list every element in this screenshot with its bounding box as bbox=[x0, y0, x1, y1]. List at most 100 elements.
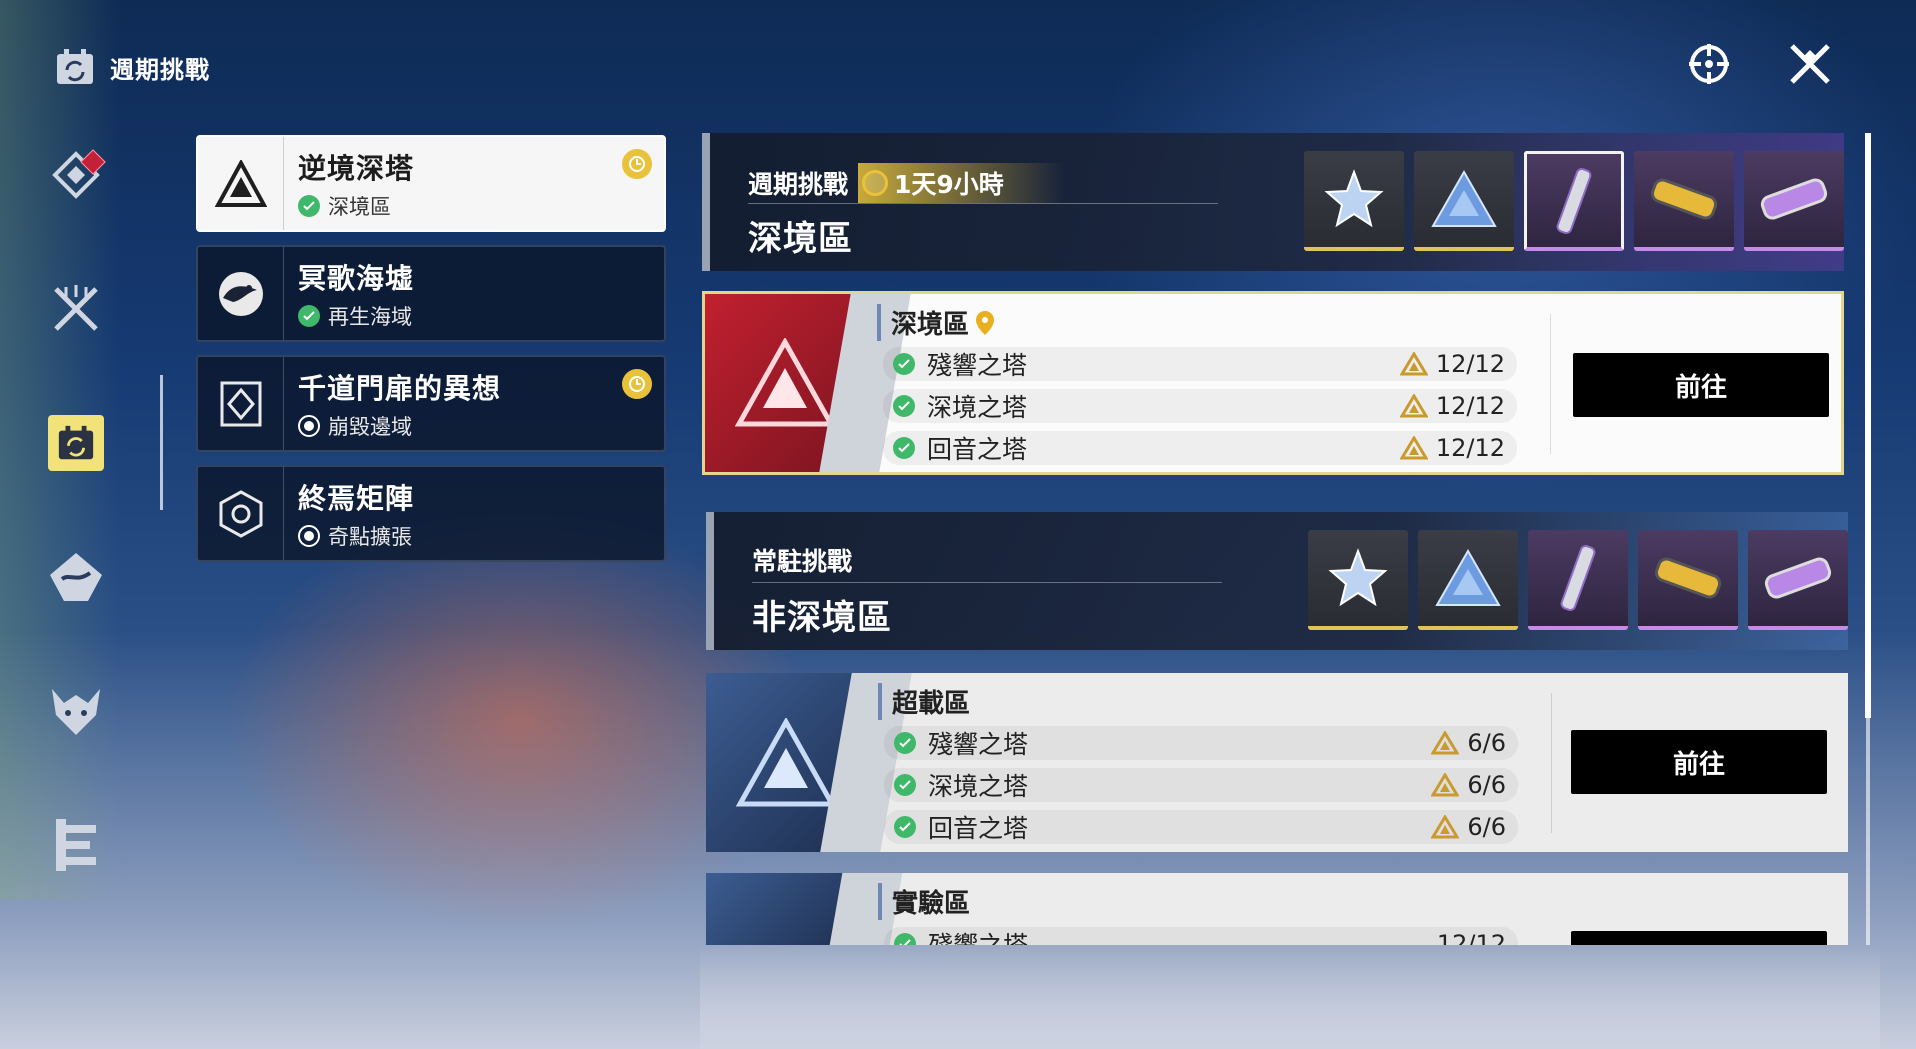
tower-name: 深境之塔 bbox=[928, 772, 1029, 801]
divider bbox=[1551, 693, 1552, 833]
triangle-crest-icon bbox=[1399, 352, 1428, 376]
calendar-refresh-icon bbox=[58, 425, 94, 460]
tower-progress: 12/12 bbox=[1435, 392, 1505, 420]
overload-area-card[interactable]: 超載區 殘響之塔 6/6 深境之塔 6/6 回音之塔 6/6 前往 bbox=[706, 673, 1848, 852]
tower-progress: 12/12 bbox=[1435, 350, 1505, 378]
card-art bbox=[705, 294, 911, 472]
category-subtitle: 奇點擴張 bbox=[328, 524, 412, 549]
card-art bbox=[706, 673, 912, 852]
card-art bbox=[706, 873, 903, 945]
rail-item-combat[interactable] bbox=[40, 273, 112, 345]
reward-star-crystal[interactable] bbox=[1308, 530, 1408, 630]
check-icon bbox=[894, 933, 916, 945]
rail-item-boss[interactable] bbox=[40, 675, 112, 747]
sea-creature-icon bbox=[218, 271, 263, 316]
category-subtitle: 深境區 bbox=[328, 194, 391, 219]
rail-item-wave[interactable] bbox=[40, 541, 112, 613]
divider bbox=[1550, 314, 1551, 454]
standing-banner: 常駐挑戰 非深境區 bbox=[706, 512, 1848, 650]
tower-row: 殘響之塔 12/12 bbox=[884, 927, 1518, 945]
page-header: 週期挑戰 bbox=[54, 46, 210, 88]
go-button[interactable]: 前往 bbox=[1571, 730, 1827, 794]
star-crystal-icon bbox=[1324, 169, 1384, 228]
tower-name: 回音之塔 bbox=[927, 435, 1028, 464]
rail-item-resonance[interactable] bbox=[40, 139, 112, 211]
divider bbox=[748, 203, 1218, 204]
category-end-matrix[interactable]: 終焉矩陣 奇點擴張 bbox=[196, 465, 666, 562]
reward-triangle-crystal[interactable] bbox=[1418, 530, 1518, 630]
reward-capsule-purple[interactable] bbox=[1744, 151, 1844, 251]
bottom-fade bbox=[700, 945, 1880, 1049]
reward-triangle-crystal[interactable] bbox=[1414, 151, 1514, 251]
clock-icon bbox=[622, 149, 652, 179]
reward-vial-small[interactable] bbox=[1528, 530, 1628, 630]
capsule-icon bbox=[1654, 557, 1722, 599]
active-rail-bg bbox=[48, 415, 104, 471]
tower-name: 殘響之塔 bbox=[928, 730, 1029, 759]
scrollbar-thumb[interactable] bbox=[1865, 133, 1871, 718]
triangle-crystal-icon bbox=[1435, 548, 1501, 606]
triangle-crystal-icon bbox=[1431, 169, 1497, 227]
reward-list bbox=[1308, 530, 1848, 630]
rail-item-weekly[interactable] bbox=[40, 407, 112, 479]
tower-name: 深境之塔 bbox=[927, 393, 1028, 422]
category-icon-cell bbox=[198, 247, 284, 340]
rail-item-tower[interactable] bbox=[40, 809, 112, 881]
tower-row: 深境之塔 6/6 bbox=[884, 768, 1518, 802]
check-icon bbox=[893, 353, 915, 375]
capsule-icon bbox=[1650, 178, 1718, 220]
category-icon-cell bbox=[198, 357, 284, 450]
deep-area-card[interactable]: 深境區 殘響之塔 12/12 深境之塔 12/12 回音之塔 12/12 前往 bbox=[702, 291, 1844, 475]
triangle-crest-icon bbox=[1399, 436, 1428, 460]
experiment-area-card[interactable]: 實驗區 殘響之塔 12/12 bbox=[706, 873, 1848, 945]
category-title: 冥歌海墟 bbox=[298, 261, 415, 295]
category-adversity-tower[interactable]: 逆境深塔 深境區 bbox=[196, 135, 666, 232]
banner-title: 非深境區 bbox=[752, 598, 892, 638]
check-icon bbox=[894, 732, 916, 754]
card-title: 實驗區 bbox=[892, 889, 971, 919]
target-icon bbox=[1689, 44, 1729, 84]
triangle-crest-icon bbox=[1431, 773, 1460, 797]
reward-capsule-purple[interactable] bbox=[1748, 530, 1848, 630]
star-crystal-icon bbox=[1328, 548, 1388, 607]
triangle-emblem-icon bbox=[735, 338, 835, 427]
check-icon bbox=[894, 816, 916, 838]
category-thousand-gates[interactable]: 千道門扉的異想 崩毀邊域 bbox=[196, 355, 666, 452]
page-title: 週期挑戰 bbox=[110, 55, 210, 84]
dragon-icon bbox=[52, 689, 100, 735]
location-pin-icon bbox=[976, 310, 995, 335]
tower-name: 殘響之塔 bbox=[927, 351, 1028, 380]
weekly-banner: 週期挑戰 1天9小時 深境區 bbox=[702, 133, 1844, 271]
check-icon bbox=[298, 194, 320, 217]
tower-progress: 12/12 bbox=[1436, 930, 1506, 945]
wave-icon bbox=[50, 553, 102, 601]
close-button[interactable] bbox=[1784, 38, 1836, 90]
calendar-refresh-icon bbox=[57, 49, 93, 84]
go-button[interactable] bbox=[1571, 931, 1827, 945]
category-subtitle: 再生海域 bbox=[328, 304, 412, 329]
category-subtitle: 崩毀邊域 bbox=[328, 414, 412, 439]
category-title: 逆境深塔 bbox=[298, 151, 415, 185]
tower-row: 深境之塔 12/12 bbox=[883, 389, 1517, 423]
reward-star-crystal[interactable] bbox=[1304, 151, 1404, 251]
banner-title: 深境區 bbox=[748, 219, 853, 259]
reward-vial-small[interactable] bbox=[1524, 151, 1624, 251]
vial-icon bbox=[1556, 167, 1592, 234]
check-icon bbox=[894, 774, 916, 796]
triangle-emblem-icon bbox=[214, 159, 267, 207]
rail-active-indicator bbox=[160, 375, 163, 510]
radio-icon bbox=[298, 524, 320, 547]
check-icon bbox=[893, 395, 915, 417]
reward-capsule-gold[interactable] bbox=[1634, 151, 1734, 251]
tower-row: 殘響之塔 6/6 bbox=[884, 726, 1518, 760]
capsule-icon bbox=[1764, 557, 1832, 599]
target-button[interactable] bbox=[1683, 38, 1735, 90]
close-icon bbox=[1790, 44, 1830, 84]
go-button[interactable]: 前往 bbox=[1573, 353, 1829, 417]
reward-capsule-gold[interactable] bbox=[1638, 530, 1738, 630]
divider bbox=[752, 582, 1222, 583]
banner-kicker: 常駐挑戰 bbox=[752, 547, 853, 576]
category-title: 千道門扉的異想 bbox=[298, 371, 502, 405]
tower-progress: 6/6 bbox=[1467, 771, 1506, 799]
category-sea-ruins[interactable]: 冥歌海墟 再生海域 bbox=[196, 245, 666, 342]
